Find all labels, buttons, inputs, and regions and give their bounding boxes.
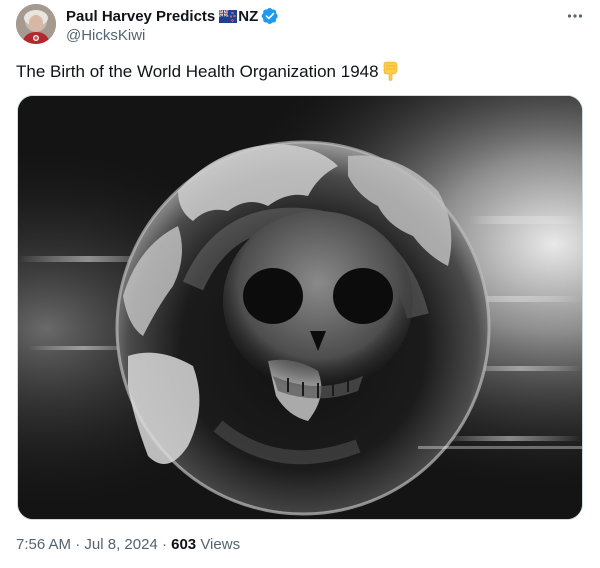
tweet-text: The Birth of the World Health Organizati… [16, 60, 399, 84]
tweet: Paul Harvey Predicts NZ @HicksKiwi The B [0, 0, 600, 568]
views-count[interactable]: 603 [171, 536, 196, 553]
backhand-index-pointing-down-emoji [383, 61, 397, 81]
views-label: Views [196, 536, 241, 553]
more-options-button[interactable] [565, 6, 585, 26]
meta-separator: · [157, 536, 172, 553]
tweet-text-content: The Birth of the World Health Organizati… [16, 62, 379, 81]
tweet-time[interactable]: 7:56 AM [16, 536, 71, 553]
verified-badge-icon [261, 7, 278, 25]
author-name-suffix[interactable]: NZ [238, 8, 258, 25]
tweet-meta: 7:56 AM · Jul 8, 2024 · 603 Views [16, 536, 240, 553]
more-horizontal-icon [567, 14, 583, 18]
avatar[interactable] [16, 4, 56, 44]
author-display-name[interactable]: Paul Harvey Predicts [66, 8, 215, 25]
tweet-media[interactable] [17, 95, 583, 520]
new-zealand-flag-icon [219, 9, 238, 23]
avatar-image [16, 4, 56, 44]
meta-separator: · [71, 536, 85, 553]
skull-globe-image [18, 96, 582, 519]
tweet-date[interactable]: Jul 8, 2024 [84, 536, 157, 553]
author-name-row[interactable]: Paul Harvey Predicts NZ [66, 6, 279, 26]
author-handle[interactable]: @HicksKiwi [66, 27, 145, 44]
